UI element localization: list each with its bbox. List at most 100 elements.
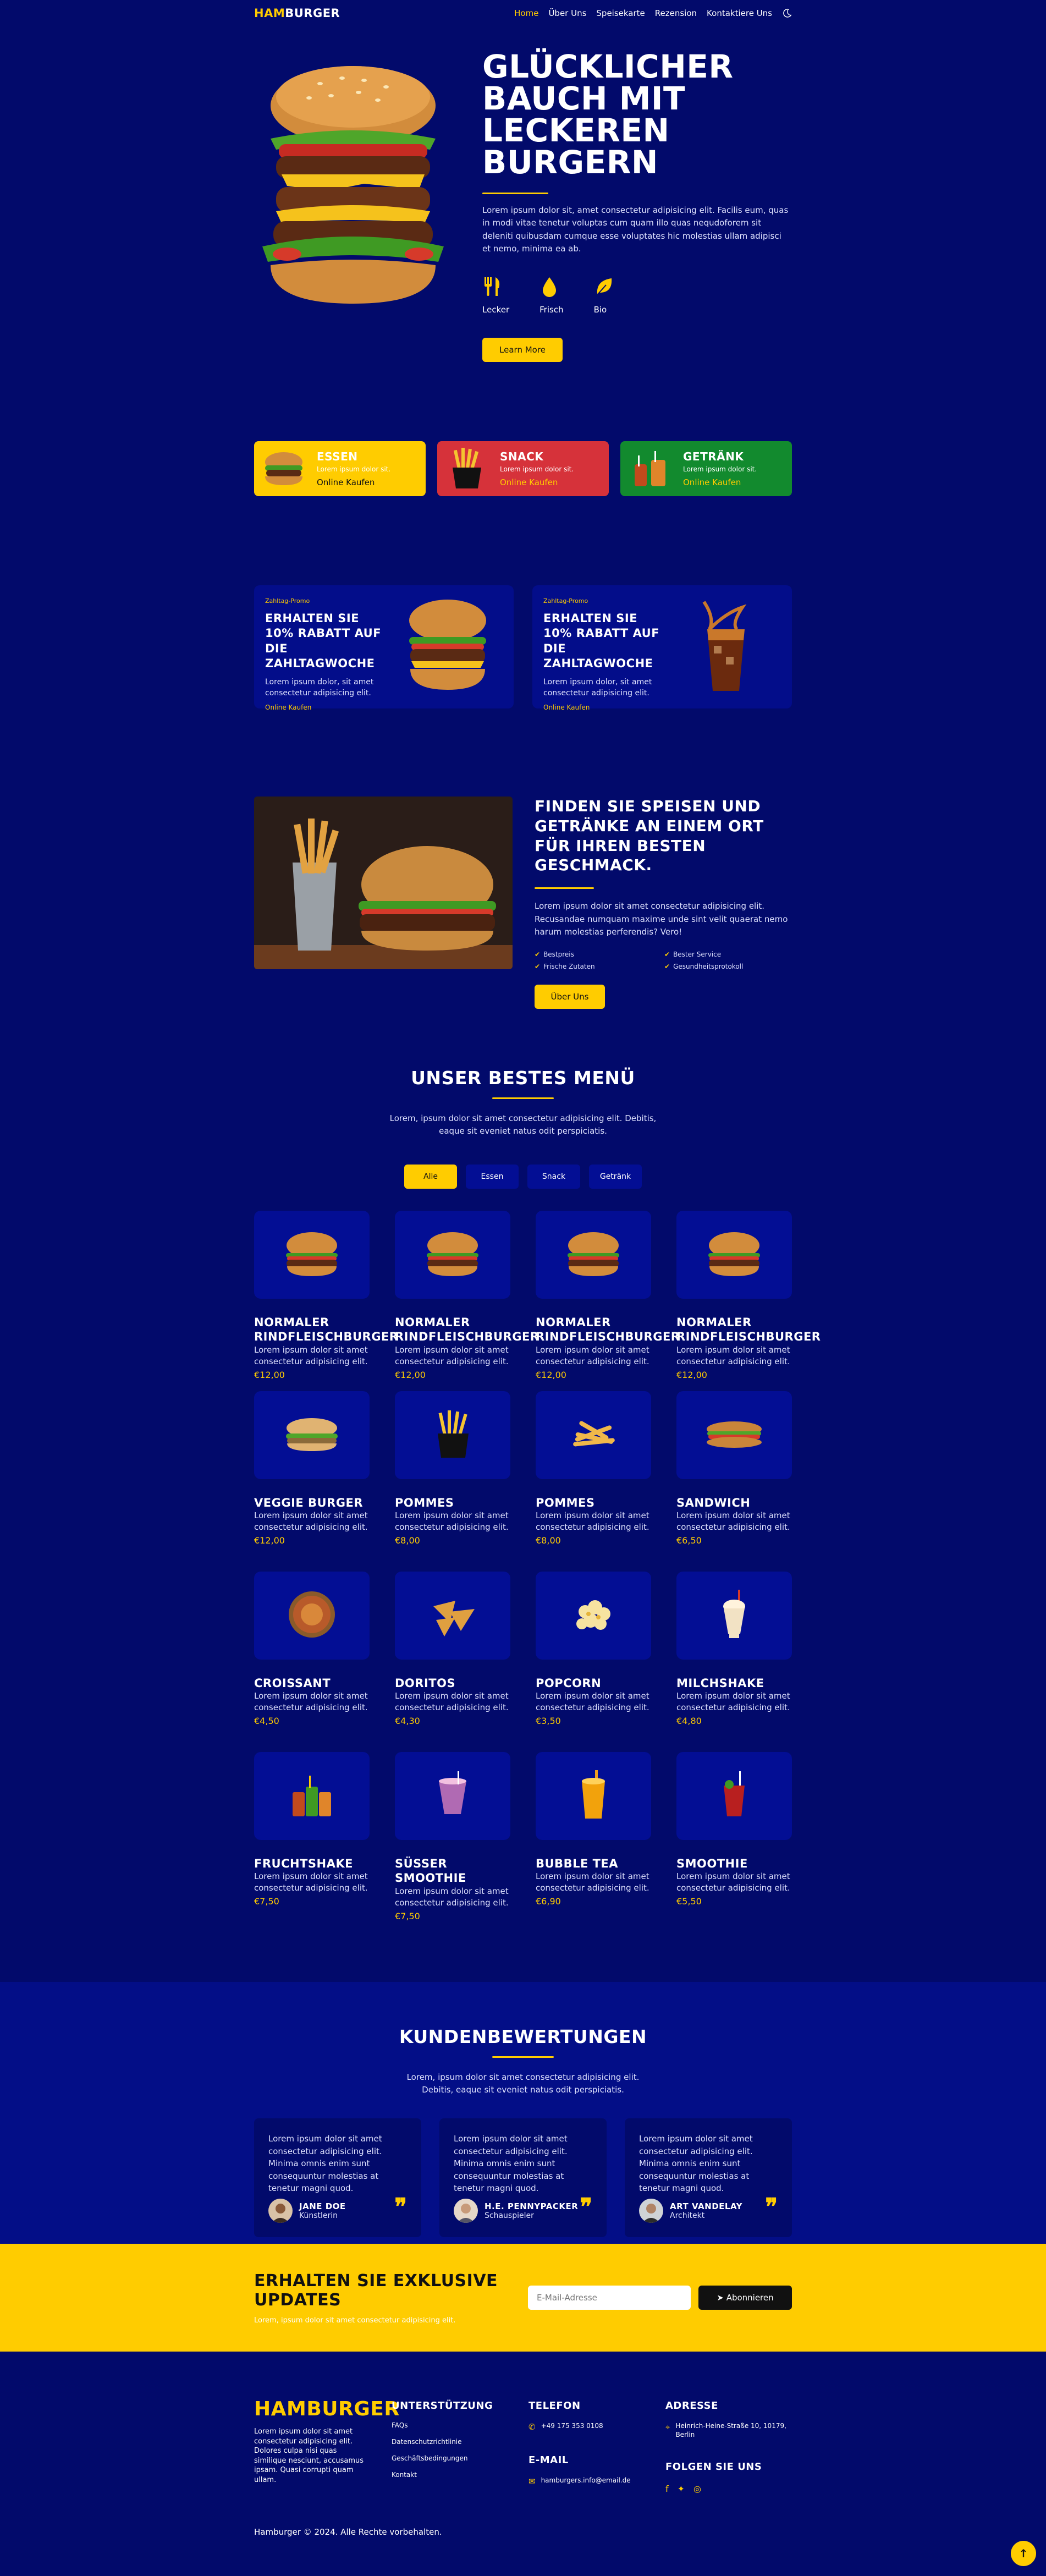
footer-logo[interactable]: HAMBURGER: [254, 2398, 399, 2420]
category-snack-link[interactable]: Online Kaufen: [500, 477, 574, 487]
menu-item[interactable]: NORMALER RINDFLEISCHBURGER Lorem ipsum do…: [254, 1210, 398, 1391]
menu-item-name: MILCHSHAKE: [676, 1676, 764, 1690]
promo-description: Lorem ipsum dolor, sit amet consectetur …: [265, 678, 374, 698]
nav-review[interactable]: Rezension: [655, 8, 697, 18]
promo-link[interactable]: Online Kaufen: [543, 704, 781, 711]
nav-menu[interactable]: Speisekarte: [596, 8, 645, 18]
promo-description: Lorem ipsum dolor, sit amet consectetur …: [543, 678, 652, 698]
category-food-link[interactable]: Online Kaufen: [317, 477, 390, 487]
category-card-drink[interactable]: GETRÄNK Lorem ipsum dolor sit. Online Ka…: [620, 441, 792, 496]
feature-tasty: Lecker: [482, 276, 509, 315]
menu-item-image: [395, 1210, 510, 1299]
menu-item[interactable]: FRUCHTSHAKE Lorem ipsum dolor sit amet co…: [254, 1751, 370, 1932]
check-icon: ✔: [535, 951, 541, 959]
fries-icon: [453, 448, 481, 488]
menu-item-price: €6,90: [536, 1896, 561, 1907]
facebook-icon[interactable]: f: [665, 2484, 669, 2494]
filter-snack[interactable]: Snack: [527, 1164, 580, 1189]
reviewer-name: H.E. PENNYPACKER: [485, 2201, 579, 2211]
menu-item[interactable]: BUBBLE TEA Lorem ipsum dolor sit amet con…: [536, 1751, 651, 1932]
drop-icon: [543, 277, 557, 297]
menu-item[interactable]: POPCORN Lorem ipsum dolor sit amet consec…: [536, 1571, 651, 1752]
category-card-food[interactable]: ESSEN Lorem ipsum dolor sit. Online Kauf…: [254, 441, 426, 496]
promo-section: Zahltag-Promo ERHALTEN SIE 10% RABATT AU…: [254, 585, 792, 711]
footer-email[interactable]: ✉ hamburgers.info@email.de: [528, 2476, 665, 2487]
promo-title: ERHALTEN SIE 10% RABATT AUF DIE ZAHLTAGW…: [265, 612, 382, 670]
menu-item[interactable]: POMMES Lorem ipsum dolor sit amet consect…: [536, 1391, 651, 1572]
menu-item[interactable]: POMMES Lorem ipsum dolor sit amet consect…: [395, 1391, 510, 1572]
about-underline: [535, 887, 594, 889]
reviews-description: Lorem, ipsum dolor sit amet consectetur …: [406, 2072, 640, 2095]
send-icon: ➤: [717, 2293, 726, 2303]
hero-title: GLÜCKLICHER BAUCH MIT LECKEREN BURGERN: [482, 48, 734, 181]
menu-item-description: Lorem ipsum dolor sit amet consectetur a…: [676, 1511, 790, 1533]
reviewer: JANE DOE Künstlerin: [268, 2199, 346, 2223]
nav-about[interactable]: Über Uns: [548, 8, 586, 18]
moon-icon[interactable]: [782, 8, 792, 18]
croissant-icon: [282, 1590, 342, 1641]
promo-title: ERHALTEN SIE 10% RABATT AUF DIE ZAHLTAGW…: [543, 612, 660, 670]
category-food-title: ESSEN: [317, 450, 358, 463]
fries-icon: [422, 1409, 483, 1461]
review-card: Lorem ipsum dolor sit amet consectetur a…: [254, 2118, 421, 2237]
category-drink-subtitle: Lorem ipsum dolor sit.: [683, 465, 757, 473]
instagram-icon[interactable]: ◎: [693, 2484, 701, 2494]
footer-email-value: hamburgers.info@email.de: [541, 2476, 631, 2485]
filter-all[interactable]: Alle: [404, 1164, 457, 1189]
menu-item[interactable]: DORITOS Lorem ipsum dolor sit amet consec…: [395, 1571, 510, 1752]
logo[interactable]: HAMBURGER: [254, 7, 340, 20]
location-icon: ⌖: [665, 2422, 670, 2432]
menu-item[interactable]: SANDWICH Lorem ipsum dolor sit amet conse…: [676, 1391, 792, 1572]
promo-link[interactable]: Online Kaufen: [265, 704, 503, 711]
arrow-up-icon: ↑: [1019, 2547, 1028, 2560]
category-drink-link[interactable]: Online Kaufen: [683, 477, 757, 487]
menu-item[interactable]: CROISSANT Lorem ipsum dolor sit amet cons…: [254, 1571, 370, 1752]
avatar: [639, 2199, 663, 2223]
burger-icon: [282, 1229, 342, 1281]
copyright: Hamburger © 2024. Alle Rechte vorbehalte…: [254, 2527, 442, 2537]
check-icon: ✔: [664, 963, 670, 971]
subscribe-button[interactable]: ➤ Abonnieren: [698, 2286, 792, 2310]
filter-drink[interactable]: Getränk: [589, 1164, 642, 1189]
twitter-icon[interactable]: ✦: [678, 2484, 685, 2494]
menu-item-image: [536, 1751, 651, 1840]
about-us-button[interactable]: Über Uns: [535, 985, 605, 1009]
nav-home[interactable]: Home: [514, 8, 538, 18]
review-text: Lorem ipsum dolor sit amet consectetur a…: [639, 2134, 753, 2193]
footer-link-contact[interactable]: Kontakt: [392, 2471, 528, 2479]
category-card-snack[interactable]: SNACK Lorem ipsum dolor sit. Online Kauf…: [437, 441, 609, 496]
menu-item-description: Lorem ipsum dolor sit amet consectetur a…: [536, 1511, 649, 1533]
menu-item-name: NORMALER RINDFLEISCHBURGER: [395, 1315, 539, 1344]
email-input[interactable]: [528, 2286, 691, 2310]
menu-item-name: SÜSSER SMOOTHIE: [395, 1857, 466, 1885]
burger-icon: [563, 1229, 624, 1281]
menu-item-image: [254, 1210, 370, 1299]
category-snack-title: SNACK: [500, 450, 544, 463]
menu-item[interactable]: VEGGIE BURGER Lorem ipsum dolor sit amet …: [254, 1391, 370, 1572]
footer-link-terms[interactable]: Geschäftsbedingungen: [392, 2454, 528, 2462]
menu-item[interactable]: NORMALER RINDFLEISCHBURGER Lorem ipsum do…: [395, 1210, 539, 1391]
menu-item[interactable]: NORMALER RINDFLEISCHBURGER Lorem ipsum do…: [676, 1210, 821, 1391]
menu-item-price: €5,50: [676, 1896, 702, 1907]
learn-more-button[interactable]: Learn More: [482, 338, 563, 362]
nav-contact[interactable]: Kontaktiere Uns: [707, 8, 772, 18]
menu-item[interactable]: NORMALER RINDFLEISCHBURGER Lorem ipsum do…: [536, 1210, 680, 1391]
footer-phone[interactable]: ✆ +49 175 353 0108: [528, 2421, 665, 2432]
avatar: [454, 2199, 478, 2223]
hero-description: Lorem ipsum dolor sit, amet consectetur …: [482, 205, 789, 254]
menu-item[interactable]: SÜSSER SMOOTHIE Lorem ipsum dolor sit ame…: [395, 1751, 510, 1932]
menu-item-description: Lorem ipsum dolor sit amet consectetur a…: [254, 1871, 368, 1893]
menu-item-image: [536, 1571, 651, 1660]
reviewer-role: Künstlerin: [299, 2211, 338, 2220]
footer-link-privacy[interactable]: Datenschutzrichtlinie: [392, 2438, 528, 2446]
about-section: FINDEN SIE SPEISEN UND GETRÄNKE AN EINEM…: [254, 797, 792, 1009]
footer-link-faqs[interactable]: FAQs: [392, 2421, 528, 2429]
fruit-shake-icon: [282, 1770, 342, 1822]
menu-item[interactable]: SMOOTHIE Lorem ipsum dolor sit amet conse…: [676, 1751, 792, 1932]
scroll-to-top-button[interactable]: ↑: [1011, 2541, 1036, 2566]
filter-food[interactable]: Essen: [466, 1164, 519, 1189]
footer-description: Lorem ipsum dolor sit amet consectetur a…: [254, 2427, 364, 2484]
footer-support-title: UNTERSTÜTZUNG: [392, 2400, 493, 2412]
review-card: Lorem ipsum dolor sit amet consectetur a…: [439, 2118, 607, 2237]
menu-item[interactable]: MILCHSHAKE Lorem ipsum dolor sit amet con…: [676, 1571, 792, 1752]
